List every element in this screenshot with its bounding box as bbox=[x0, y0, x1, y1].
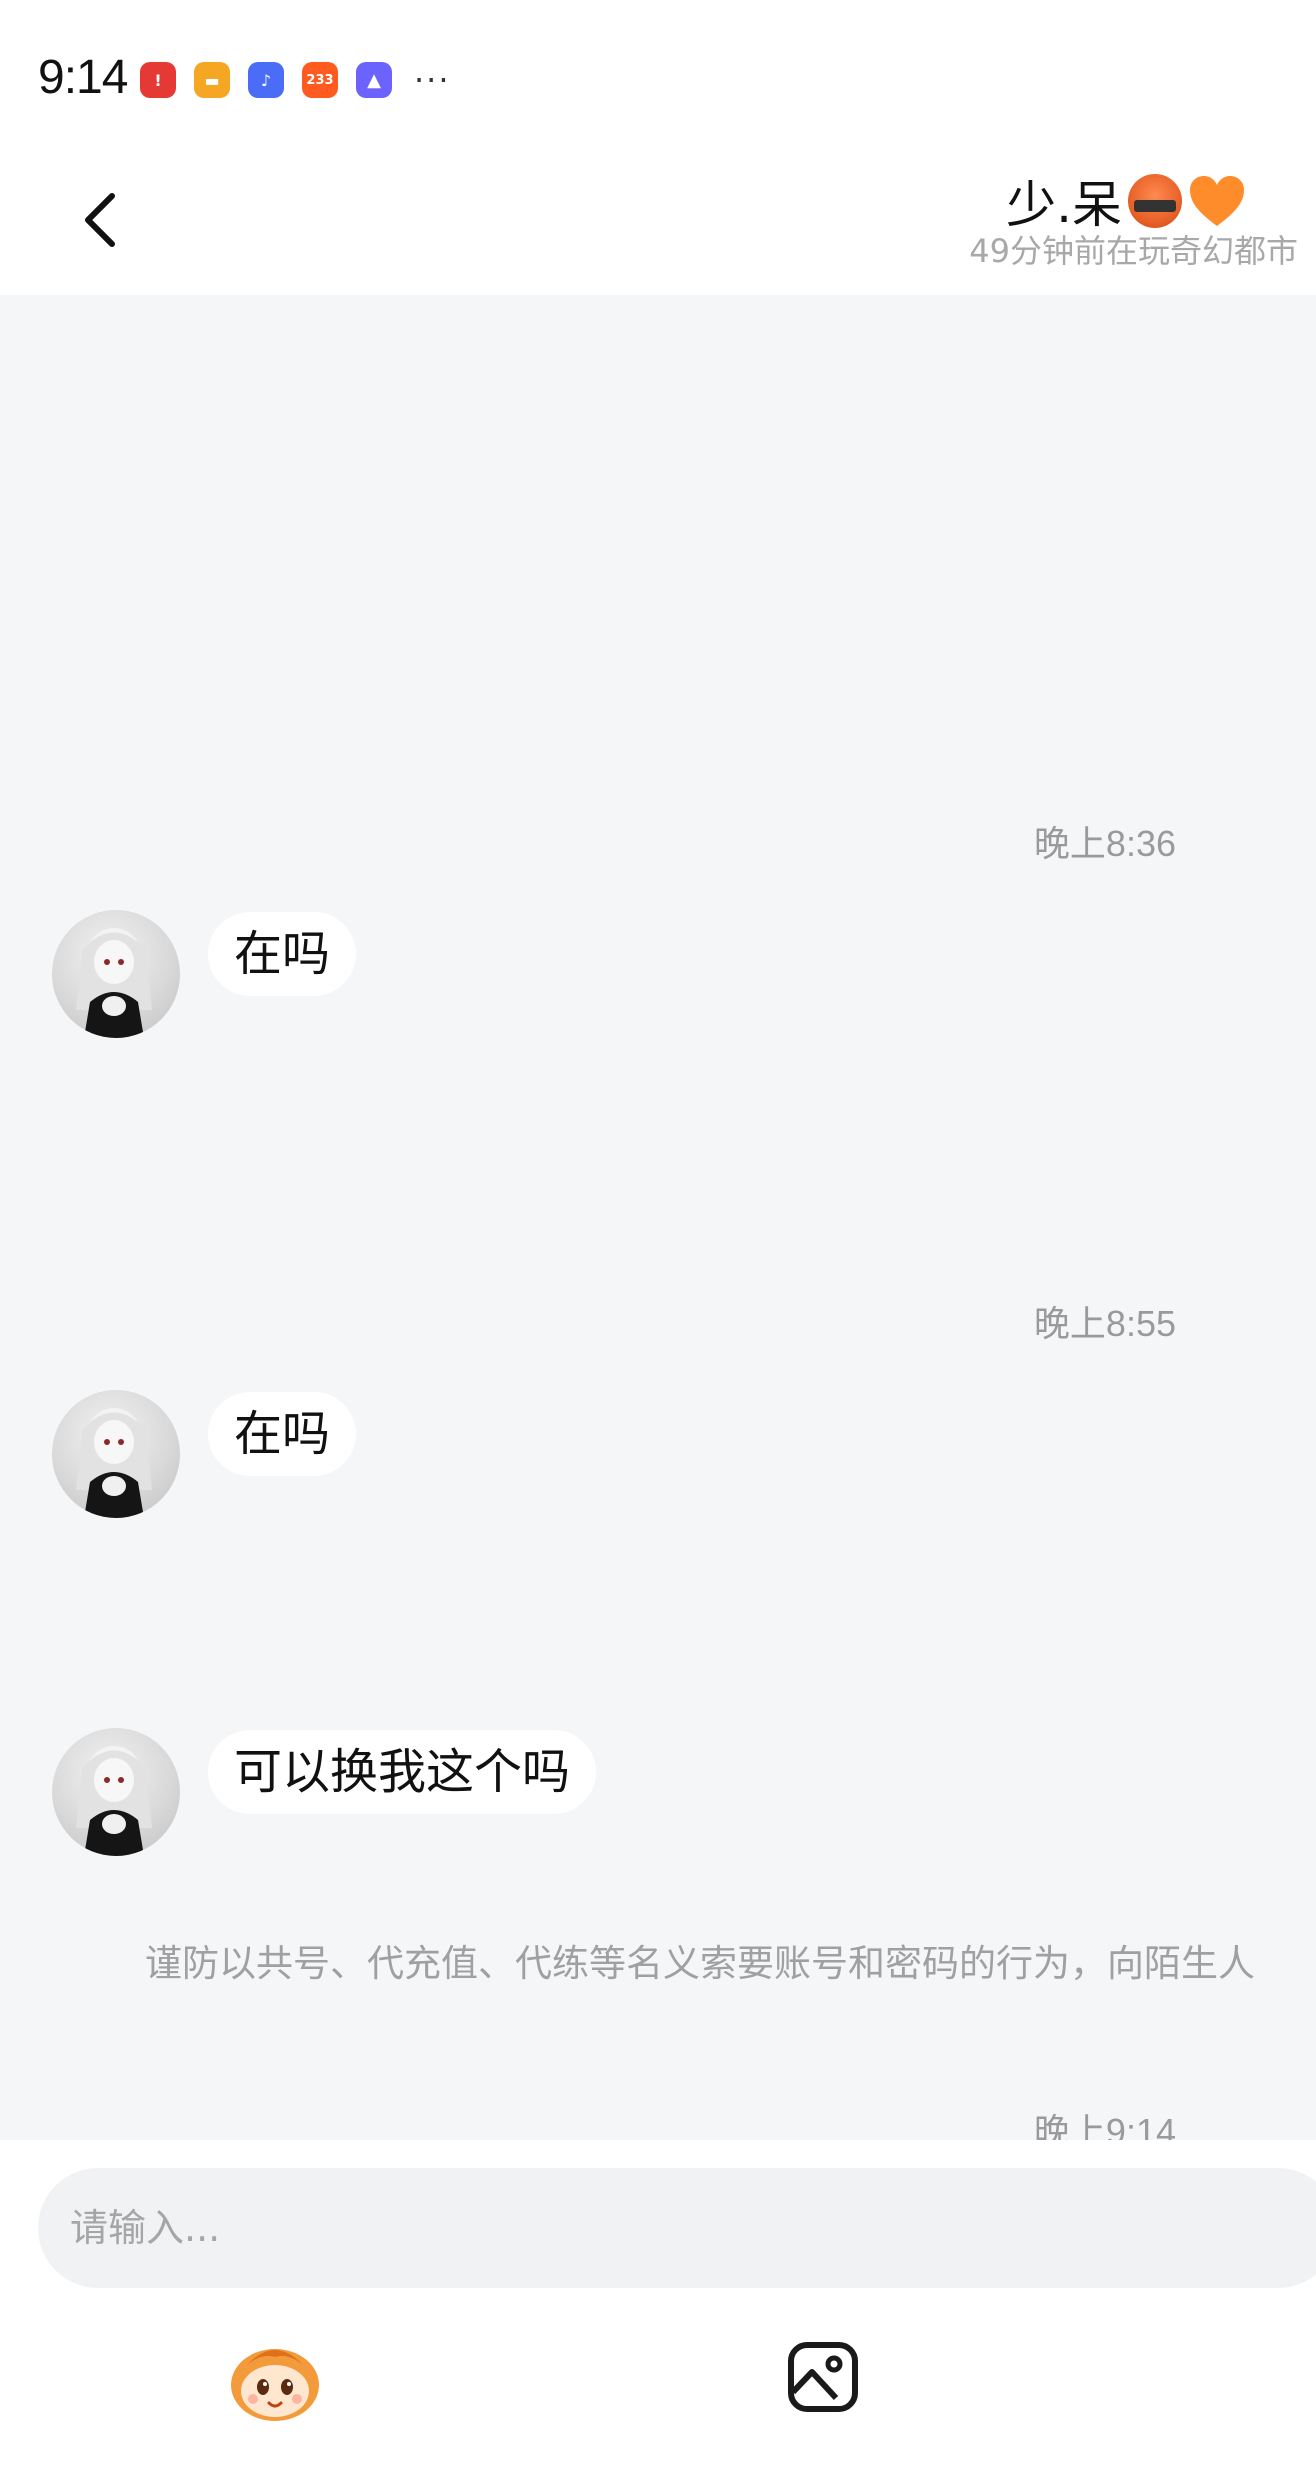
safety-warning: 谨防以共号、代充值、代练等名义索要账号和密码的行为，向陌生人 bbox=[145, 1942, 1255, 1985]
orange-heart-icon bbox=[1190, 176, 1244, 226]
peer-status: 49分钟前在玩奇幻都市 bbox=[969, 232, 1298, 270]
message-timestamp: 晚上8:36 bbox=[1033, 823, 1176, 864]
mascot-emoji-icon bbox=[231, 2349, 319, 2421]
status-bar: 9:14 ! ▬ ♪ 233 ▲ ··· bbox=[0, 0, 1316, 150]
chevron-left-icon bbox=[85, 193, 115, 247]
wallet-app-icon: ▬ bbox=[194, 62, 230, 98]
avatar[interactable] bbox=[52, 910, 180, 1038]
message-bubble[interactable]: 在吗 bbox=[208, 912, 357, 996]
message-timestamp: 晚上9:14 bbox=[1033, 2111, 1176, 2140]
image-icon bbox=[788, 2342, 858, 2412]
more-notifications-icon: ··· bbox=[414, 61, 451, 99]
education-app-icon: ▲ bbox=[356, 62, 392, 98]
chat-header: 少.呆 49分钟前在玩奇幻都市 bbox=[0, 150, 1316, 295]
input-bar bbox=[0, 2140, 1316, 2480]
status-time: 9:14 bbox=[38, 51, 128, 104]
emoji-button[interactable] bbox=[225, 2335, 325, 2425]
alert-app-icon: ! bbox=[140, 62, 176, 98]
message-row: 在吗 bbox=[52, 910, 357, 1038]
image-button[interactable] bbox=[786, 2340, 860, 2414]
chat-area[interactable]: 晚上8:36 在吗 晚上8:55 在吗 可以换我这个吗 谨防以共号、代充值、代练… bbox=[0, 295, 1316, 2140]
notification-icons: ! ▬ ♪ 233 ▲ ··· bbox=[140, 61, 451, 99]
avatar[interactable] bbox=[52, 1728, 180, 1856]
angry-face-emoji-icon bbox=[1128, 174, 1182, 228]
message-row: 在吗 bbox=[52, 1390, 357, 1518]
back-button[interactable] bbox=[60, 180, 140, 260]
avatar[interactable] bbox=[52, 1390, 180, 1518]
message-row: 可以换我这个吗 bbox=[52, 1728, 597, 1856]
message-bubble[interactable]: 可以换我这个吗 bbox=[208, 1730, 597, 1814]
message-bubble[interactable]: 在吗 bbox=[208, 1392, 357, 1476]
233-app-icon: 233 bbox=[302, 62, 338, 98]
music-app-icon: ♪ bbox=[248, 62, 284, 98]
message-input[interactable] bbox=[38, 2168, 1316, 2288]
message-timestamp: 晚上8:55 bbox=[1033, 1303, 1176, 1344]
